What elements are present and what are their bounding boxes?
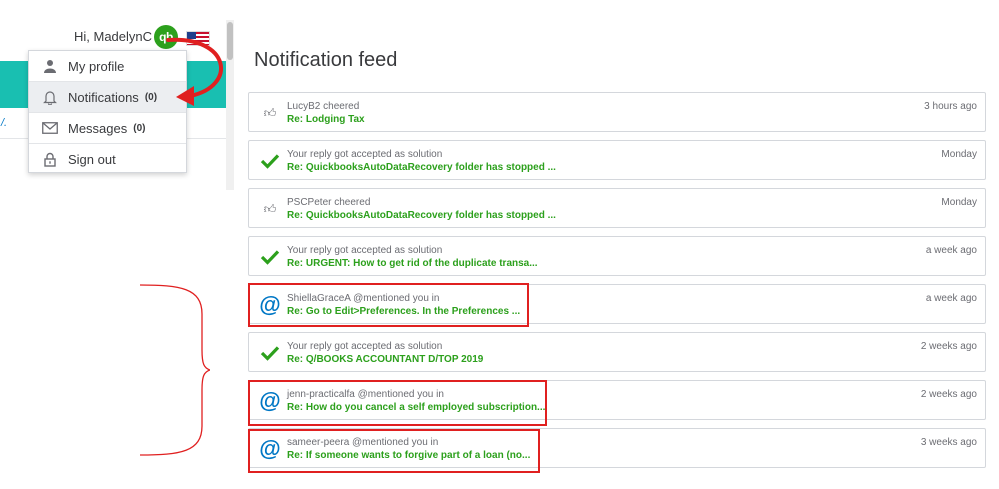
notification-link[interactable]: Re: URGENT: How to get rid of the duplic… [287,258,538,269]
menu-item-label: Notifications [68,89,139,105]
notification-item[interactable]: 👍︎ LucyB2 cheered Re: Lodging Tax 3 hour… [248,92,986,132]
menu-item-my-profile[interactable]: My profile [29,51,186,82]
thumbs-up-icon: 👍︎ [263,105,277,120]
notification-link[interactable]: Re: Lodging Tax [287,114,365,125]
page-title: Notification feed [254,49,398,71]
left-text-fragment: /. [1,117,8,129]
notification-message: PSCPeter cheered [287,197,371,208]
person-icon [42,58,58,74]
menu-item-label: Sign out [68,151,116,167]
notification-time: 2 weeks ago [920,389,977,400]
annotation-brace [140,284,210,456]
notification-time: a week ago [925,245,977,256]
notification-message: LucyB2 cheered [287,101,360,112]
notification-message: sameer-peera @mentioned you in [287,437,439,448]
us-flag-icon[interactable] [186,31,210,46]
at-icon: @ [259,388,281,413]
notification-message: Your reply got accepted as solution [287,149,443,160]
notification-link[interactable]: Re: Go to Edit>Preferences. In the Prefe… [287,306,520,317]
notification-item[interactable]: @ jenn-practicalfa @mentioned you in Re:… [248,380,986,420]
menu-item-label: My profile [68,58,125,74]
notification-message: Your reply got accepted as solution [287,341,443,352]
notification-time: Monday [941,197,977,208]
notification-item[interactable]: Your reply got accepted as solution Re: … [248,236,986,276]
envelope-icon [42,120,58,136]
notification-link[interactable]: Re: If someone wants to forgive part of … [287,450,530,461]
notification-link[interactable]: Re: QuickbooksAutoDataRecovery folder ha… [287,162,556,173]
profile-dropdown-menu: My profile Notifications (0) Messages (0… [28,50,187,173]
message-count: (0) [133,122,146,134]
notification-item[interactable]: Your reply got accepted as solution Re: … [248,140,986,180]
thumbs-up-icon: 👍︎ [263,201,277,216]
quickbooks-logo-icon[interactable]: qb [154,25,178,49]
menu-item-messages[interactable]: Messages (0) [29,113,186,144]
notification-time: 3 hours ago [924,101,977,112]
notification-message: ShiellaGraceA @mentioned you in [287,293,440,304]
notification-time: a week ago [925,293,977,304]
lock-icon [42,151,58,167]
scrollbar[interactable] [226,20,234,190]
notification-item[interactable]: 👍︎ PSCPeter cheered Re: QuickbooksAutoDa… [248,188,986,228]
check-icon [257,340,283,366]
at-icon: @ [259,436,281,461]
notification-item[interactable]: @ ShiellaGraceA @mentioned you in Re: Go… [248,284,986,324]
menu-item-sign-out[interactable]: Sign out [29,144,186,174]
notification-link[interactable]: Re: QuickbooksAutoDataRecovery folder ha… [287,210,556,221]
notification-time: 2 weeks ago [920,341,977,352]
notification-count: (0) [144,91,158,103]
notification-list: 👍︎ LucyB2 cheered Re: Lodging Tax 3 hour… [248,92,986,476]
notification-time: 3 weeks ago [920,437,977,448]
notification-link[interactable]: Re: How do you cancel a self employed su… [287,402,545,413]
notification-item[interactable]: Your reply got accepted as solution Re: … [248,332,986,372]
notification-time: Monday [941,149,977,160]
menu-item-notifications[interactable]: Notifications (0) [29,82,186,113]
check-icon [257,244,283,270]
at-icon: @ [259,292,281,317]
bell-icon [42,89,58,105]
notification-message: Your reply got accepted as solution [287,245,443,256]
notification-item[interactable]: @ sameer-peera @mentioned you in Re: If … [248,428,986,468]
notification-link[interactable]: Re: Q/BOOKS ACCOUNTANT D/TOP 2019 [287,354,483,365]
menu-item-label: Messages [68,120,128,136]
notification-message: jenn-practicalfa @mentioned you in [287,389,444,400]
user-greeting[interactable]: Hi, MadelynC [74,29,152,44]
check-icon [257,148,283,174]
